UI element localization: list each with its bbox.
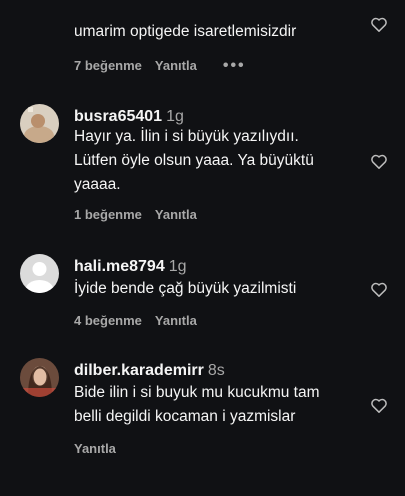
username-link[interactable]: dilber.karademirr [74,362,204,379]
comment-item: hali.me8794 1g İyide bende çağ büyük yazi… [0,248,405,343]
heart-outline-icon[interactable] [369,279,389,299]
comment-text: umarim optigede isaretlemisizdir [74,23,297,40]
avatar[interactable] [20,254,59,293]
likes-count-link[interactable]: 1 beğenme [74,207,142,222]
likes-count-link[interactable]: 4 beğenme [74,313,142,328]
timestamp: 1g [168,258,187,275]
comment-text: Hayır ya. İlin i si büyük yazılıydıı. Lü… [74,128,314,193]
username-link[interactable]: busra65401 [74,108,162,125]
comment-item: umarim optigede isaretlemisizdir 7 beğen… [0,0,405,85]
reply-button[interactable]: Yanıtla [74,441,116,456]
more-options-button[interactable]: ••• [223,57,246,74]
comment-actions: 7 beğenme Yanıtla ••• [74,58,246,74]
comment-actions: 1 beğenme Yanıtla [74,207,197,223]
comment-actions: Yanıtla [74,441,116,457]
heart-outline-icon[interactable] [369,14,389,34]
reply-button[interactable]: Yanıtla [155,313,197,328]
timestamp: 1g [166,108,184,125]
comment-header: hali.me8794 1g [74,257,187,277]
comment-text: İyide bende çağ büyük yazilmisti [74,280,297,297]
reply-button[interactable]: Yanıtla [155,207,197,222]
comment-header: busra65401 1g [74,107,184,127]
comment-actions: 4 beğenme Yanıtla [74,313,197,329]
heart-outline-icon[interactable] [369,151,389,171]
comment-text: Bide ilin i si buyuk mu kucukmu tam bell… [74,384,320,425]
reply-button[interactable]: Yanıtla [155,58,197,73]
heart-outline-icon[interactable] [369,395,389,415]
timestamp: 8s [207,362,225,379]
avatar[interactable] [20,104,59,143]
comment-item: dilber.karademirr 8s Bide ilin i si buyuk… [0,352,405,467]
likes-count-link[interactable]: 7 beğenme [74,58,142,73]
username-link[interactable]: hali.me8794 [74,258,165,275]
comment-header: dilber.karademirr 8s [74,361,225,381]
comment-item: busra65401 1g Hayır ya. İlin i si büyük y… [0,98,405,238]
avatar[interactable] [20,358,59,397]
